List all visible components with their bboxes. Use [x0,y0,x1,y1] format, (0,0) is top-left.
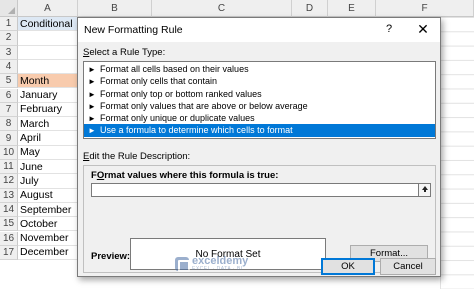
row-header[interactable]: 4 [0,59,18,75]
dialog-titlebar: New Formatting Rule ? ✕ [78,18,440,42]
cell-a1[interactable]: Conditional [18,17,78,32]
rule-type-item[interactable]: ► Format all cells based on their values [84,63,435,75]
row-header[interactable]: 14 [0,202,18,218]
rule-type-label: Format only values that are above or bel… [100,100,308,111]
row-header[interactable]: 6 [0,88,18,103]
cell-a2[interactable] [18,31,78,46]
cell-a13[interactable]: August [18,188,78,203]
row-header[interactable]: 17 [0,245,18,261]
column-header-d[interactable]: D [292,0,328,17]
row-header[interactable]: 2 [0,31,18,46]
cell-a6[interactable]: January [18,88,78,103]
collapse-dialog-button[interactable] [418,183,431,197]
column-header-f[interactable]: F [376,0,474,17]
dialog-title: New Formatting Rule [84,24,183,36]
cell-a15[interactable]: October [18,217,78,232]
column-header-a[interactable]: A [18,0,78,17]
rule-type-list[interactable]: ► Format all cells based on their values ►… [83,61,436,139]
rule-type-item[interactable]: ► Format only unique or duplicate values [84,112,435,124]
select-all-corner[interactable] [0,0,18,17]
new-formatting-rule-dialog: New Formatting Rule ? ✕ Select a Rule Ty… [77,17,441,277]
formula-label-text: rmat values where this formula is true: [104,170,279,181]
select-rule-type-text: elect a Rule Type: [89,47,166,58]
rule-arrow-icon: ► [88,126,96,136]
collapse-dialog-icon [421,185,429,195]
row-header[interactable]: 15 [0,217,18,232]
rule-type-label: Format only unique or duplicate values [100,113,255,124]
cell-a10[interactable]: May [18,145,78,160]
rule-type-item[interactable]: ► Format only values that are above or be… [84,100,435,112]
cell-a12[interactable]: July [18,174,78,189]
row-header[interactable]: 16 [0,231,18,246]
cell-a7[interactable]: February [18,102,78,118]
select-rule-type-label: Select a Rule Type: [83,47,165,58]
cell-a16[interactable]: November [18,231,78,246]
edit-rule-description-label: Edit the Rule Description: [83,151,190,162]
row-header[interactable]: 13 [0,188,18,203]
ok-button[interactable]: OK [321,258,375,275]
cell-a4[interactable] [18,59,78,75]
cell-a9[interactable]: April [18,131,78,146]
cancel-button[interactable]: Cancel [380,258,436,275]
row-header[interactable]: 7 [0,102,18,118]
preview-label: Preview: [91,251,131,262]
cell-a5[interactable]: Month [18,74,78,89]
cell-a3[interactable] [18,45,78,60]
rule-type-label: Format only top or bottom ranked values [100,88,262,99]
watermark-tagline: EXCEL · DATA · BI [192,266,243,272]
rule-type-item[interactable]: ► Format only top or bottom ranked values [84,88,435,100]
watermark-text: exceldemy EXCEL · DATA · BI [192,256,248,272]
rule-type-item[interactable]: ► Format only cells that contain [84,75,435,87]
row-header[interactable]: 8 [0,117,18,132]
row-header[interactable]: 3 [0,45,18,60]
formula-input[interactable] [91,183,419,197]
rule-arrow-icon: ► [88,77,96,87]
cell-a8[interactable]: March [18,117,78,132]
cell-a11[interactable]: June [18,160,78,175]
help-icon[interactable]: ? [382,23,396,35]
rule-type-label: Format only cells that contain [100,76,218,87]
grid-lines [440,17,474,289]
column-header-b[interactable]: B [78,0,152,17]
edit-rule-text: dit the Rule Description: [89,151,191,162]
row-header[interactable]: 1 [0,17,18,32]
rule-type-item[interactable]: ► Use a formula to determine which cells … [84,124,435,137]
column-header-c[interactable]: C [152,0,292,17]
rule-description-panel: FOrmat values where this formula is true… [83,165,436,273]
rule-type-label: Use a formula to determine which cells t… [100,125,293,136]
formula-label: FOrmat values where this formula is true… [91,170,278,181]
row-header[interactable]: 12 [0,174,18,189]
exceldemy-watermark: exceldemy EXCEL · DATA · BI [175,256,248,272]
row-header[interactable]: 10 [0,145,18,160]
cell-a17[interactable]: December [18,245,78,261]
cell-a14[interactable]: September [18,202,78,218]
row-header[interactable]: 11 [0,160,18,175]
row-header[interactable]: 9 [0,131,18,146]
exceldemy-logo-icon [175,257,190,272]
column-header-e[interactable]: E [328,0,376,17]
close-icon[interactable]: ✕ [414,21,432,38]
row-header[interactable]: 5 [0,74,18,89]
rule-type-label: Format all cells based on their values [100,64,249,74]
